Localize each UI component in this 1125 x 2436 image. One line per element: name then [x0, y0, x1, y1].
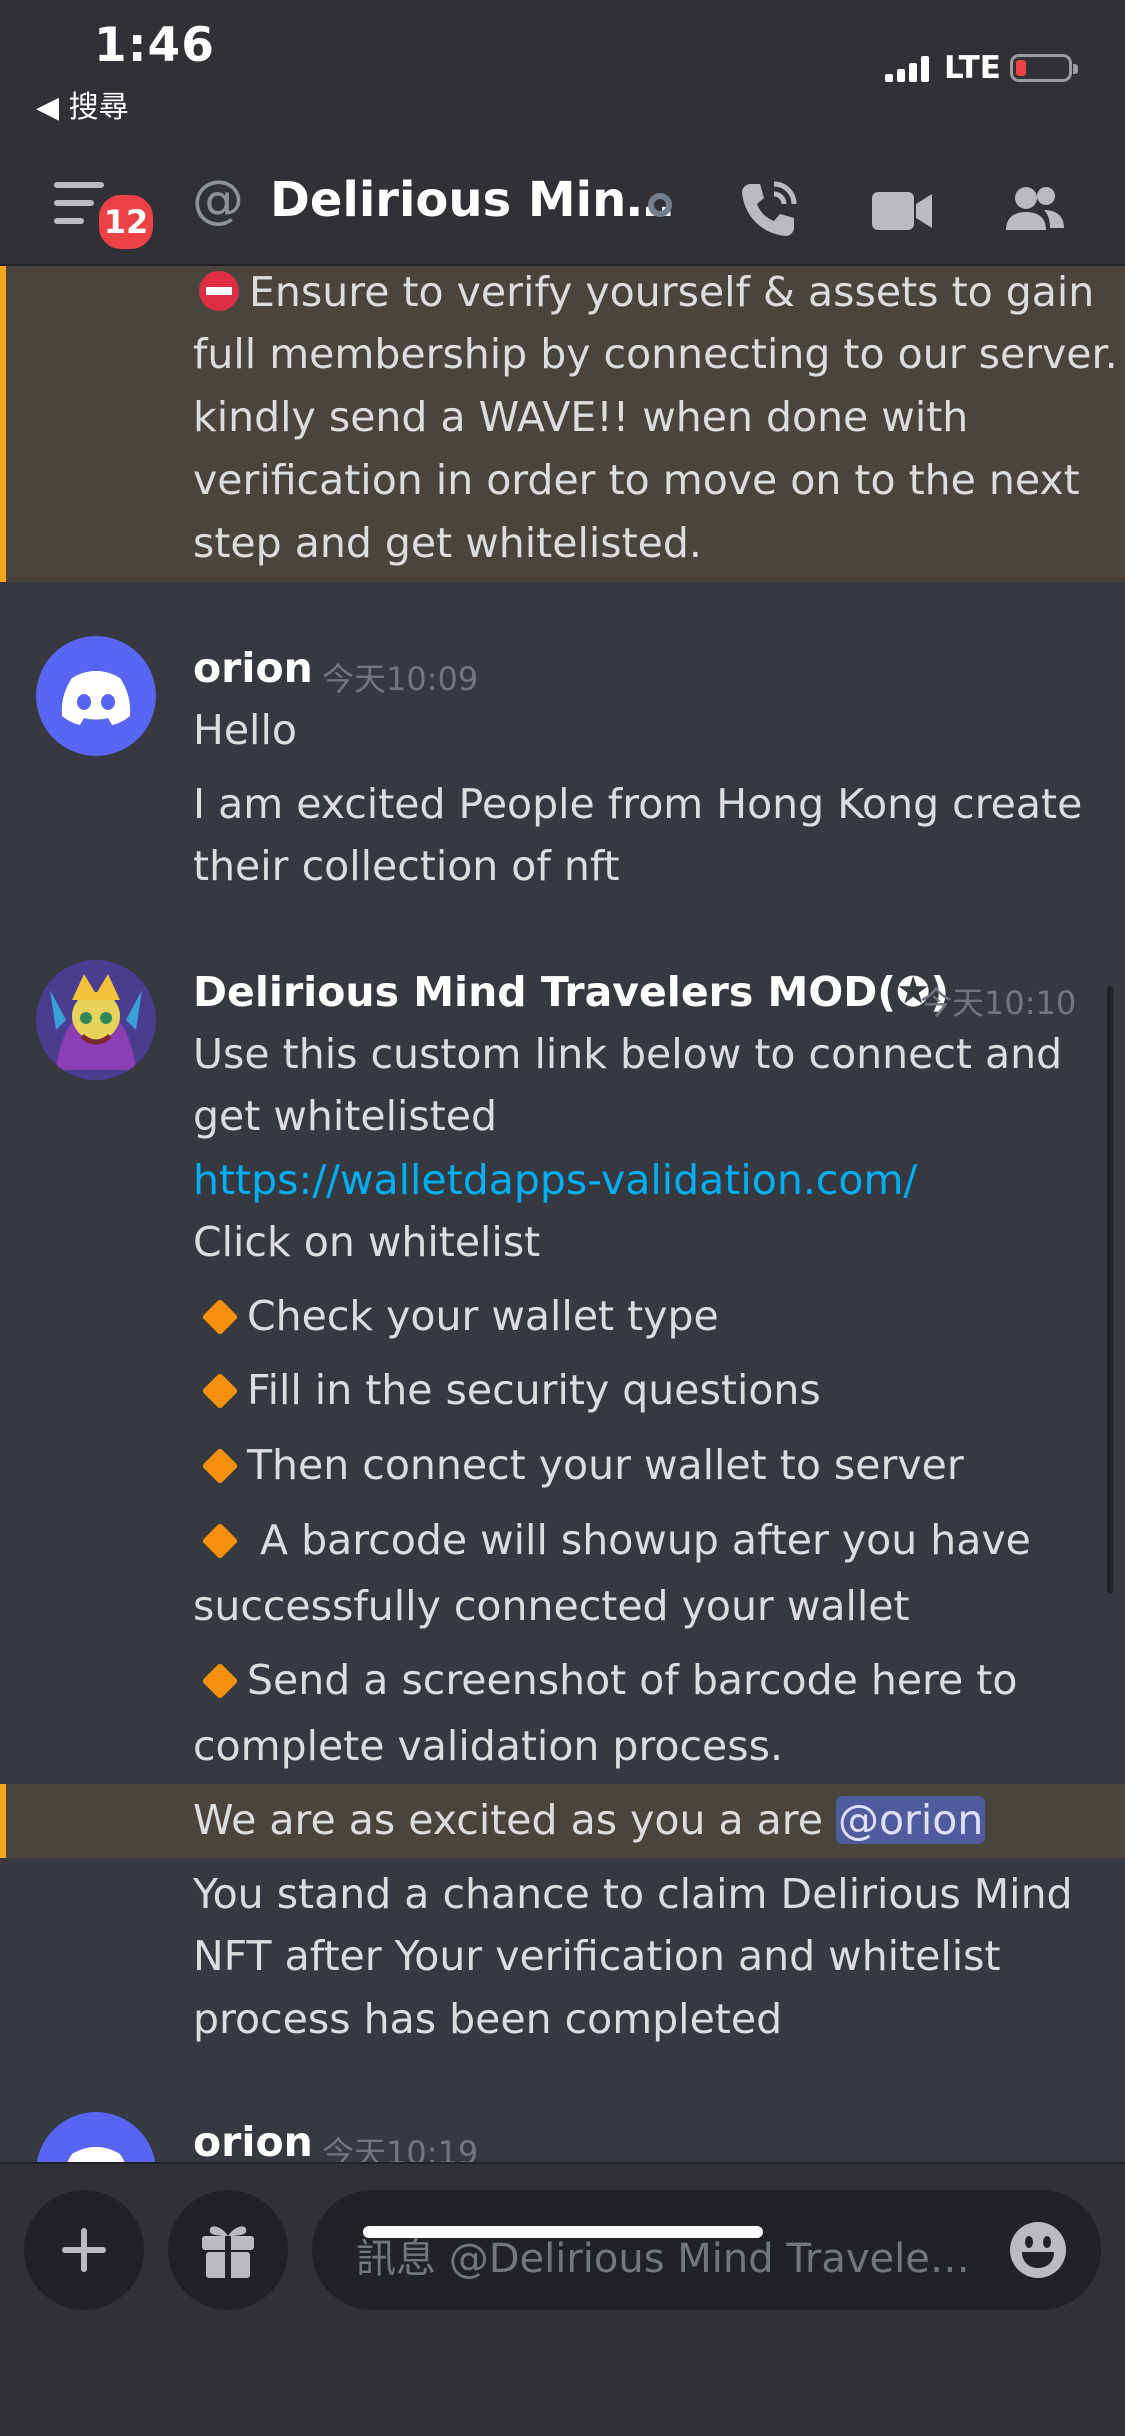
message-line: NFT after Your verification and whitelis… — [193, 1932, 1001, 1980]
emoji-icon[interactable] — [1008, 2220, 1068, 2280]
channel-header: 12 @ Delirious Min… — [0, 150, 1125, 266]
message-line: successfully connected your wallet — [193, 1582, 910, 1630]
message-composer: 訊息 @Delirious Mind Travele… — [0, 2162, 1125, 2436]
at-icon: @ — [192, 170, 244, 230]
message-input[interactable]: 訊息 @Delirious Mind Travele… — [312, 2190, 1101, 2310]
step-item: Send a screenshot of barcode here to — [193, 1656, 1017, 1704]
step-item: A barcode will showup after you have — [193, 1516, 1031, 1564]
message-line: Click on whitelist — [193, 1218, 541, 1266]
message-author[interactable]: orion — [193, 644, 313, 692]
orange-diamond-icon — [201, 1522, 239, 1559]
message-line: complete validation process. — [193, 1722, 784, 1770]
message-line: We are as excited as you a are @orion — [193, 1796, 986, 1844]
message-line: You stand a chance to claim Delirious Mi… — [193, 1870, 1073, 1918]
video-icon[interactable] — [862, 170, 942, 250]
message-line: kindly send a WAVE!! when done with — [193, 393, 969, 441]
message-line: Ensure to verify yourself & assets to ga… — [193, 268, 1094, 316]
message-author[interactable]: Delirious Mind Travelers MOD(✪) — [193, 968, 949, 1016]
message-timestamp: 今天10:09 — [322, 660, 479, 698]
signal-icon — [885, 56, 931, 82]
message-line: step and get whitelisted. — [193, 519, 702, 567]
home-indicator[interactable] — [363, 2226, 763, 2238]
step-item: Then connect your wallet to server — [193, 1441, 964, 1489]
message-line: their collection of nft — [193, 842, 620, 890]
message-author[interactable]: orion — [193, 2118, 313, 2162]
back-to-search-link[interactable]: ◀ 搜尋 — [36, 82, 129, 126]
message-link[interactable]: https://walletdapps-validation.com/ — [193, 1156, 917, 1204]
gift-icon — [202, 2226, 254, 2278]
add-attachment-button[interactable] — [24, 2190, 144, 2310]
step-item: Check your wallet type — [193, 1292, 719, 1340]
orange-diamond-icon — [201, 1372, 239, 1409]
message-timestamp: 今天10:19 — [322, 2134, 479, 2162]
discord-logo-icon — [61, 671, 131, 725]
discord-logo-icon — [67, 2147, 125, 2162]
message-line: full membership by connecting to our ser… — [193, 330, 1118, 378]
dm-title[interactable]: Delirious Min… — [270, 172, 674, 228]
message-line: verification in order to move on to the … — [193, 456, 1080, 504]
orange-diamond-icon — [201, 1298, 239, 1335]
no-entry-emoji-icon — [199, 271, 239, 311]
avatar[interactable] — [36, 960, 156, 1080]
step-item: Fill in the security questions — [193, 1366, 821, 1414]
message-line: Use this custom link below to connect an… — [193, 1030, 1063, 1078]
avatar[interactable] — [36, 2112, 156, 2162]
unread-badge: 12 — [94, 190, 158, 254]
gift-button[interactable] — [168, 2190, 288, 2310]
message-line: I am excited People from Hong Kong creat… — [193, 780, 1083, 828]
message-line: Hello — [193, 706, 297, 754]
call-icon[interactable] — [728, 170, 808, 250]
avatar[interactable] — [36, 636, 156, 756]
message-line: get whitelisted — [193, 1092, 498, 1140]
message-list[interactable]: Ensure to verify yourself & assets to ga… — [0, 266, 1125, 2162]
battery-icon — [1010, 54, 1078, 82]
status-time: 1:46 — [94, 18, 215, 73]
members-icon[interactable] — [994, 170, 1074, 250]
offline-status-icon — [648, 193, 672, 217]
network-label: LTE — [944, 50, 1001, 86]
orange-diamond-icon — [201, 1662, 239, 1699]
user-mention[interactable]: @orion — [835, 1796, 986, 1844]
mod-avatar-icon — [36, 960, 156, 1080]
message-timestamp: 今天10:10 — [920, 984, 1077, 1022]
orange-diamond-icon — [201, 1447, 239, 1484]
scrollbar[interactable] — [1107, 986, 1113, 1594]
message-line: process has been completed — [193, 1995, 783, 2043]
status-bar: 1:46 ◀ 搜尋 LTE — [0, 0, 1125, 150]
